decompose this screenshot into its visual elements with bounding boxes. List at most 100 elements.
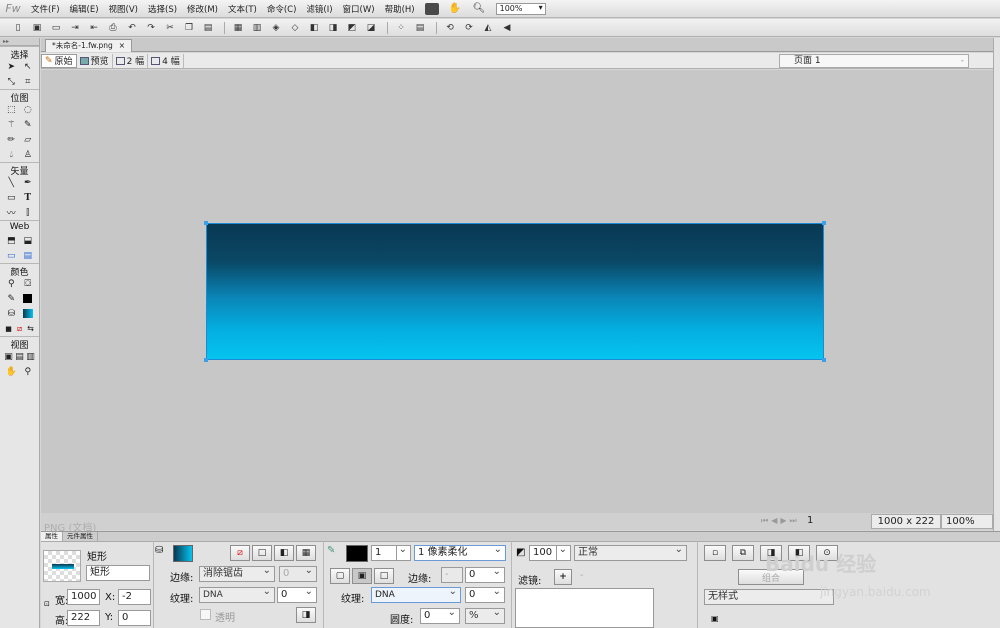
ungroup-icon[interactable]: ▥ [249,21,265,35]
tab-properties[interactable]: 属性 [41,532,63,541]
full-screen-icon[interactable]: ▥ [25,351,36,363]
fill-texture-amount[interactable]: 0 [277,587,317,603]
stroke-size-field[interactable]: 1 [371,545,397,561]
lasso-tool-icon[interactable]: ◌ [21,104,34,116]
add-filter-button[interactable]: + [554,569,572,585]
flip-vertical-icon[interactable]: ◀ [499,21,515,35]
redo-icon[interactable]: ↷ [143,21,159,35]
height-field[interactable]: 222 [67,610,100,626]
page-nav-icons[interactable]: ⏮◀▶⏭ [761,516,800,526]
fill-color-icon[interactable]: ⛁ [5,308,18,320]
open-icon[interactable]: ▭ [48,21,64,35]
zoom-tool-icon[interactable]: ⚲ [21,366,34,378]
stroke-edge-slider[interactable]: - [441,567,463,583]
stroke-texture-amount[interactable]: 0 [465,587,505,603]
constrain-icon[interactable]: ⊡ [44,600,50,608]
group-icon[interactable]: ▦ [230,21,246,35]
page-selector[interactable]: 页面 1 [779,54,969,68]
object-name-field[interactable]: 矩形 [86,565,150,581]
selection-handle[interactable] [822,358,826,362]
selection-handle[interactable] [822,221,826,225]
hide-slices-icon[interactable]: ▭ [5,250,18,262]
stroke-center-button[interactable]: ▣ [352,568,372,584]
rectangle-tool-icon[interactable]: ▭ [5,192,18,204]
hand-icon[interactable]: ✋ [449,3,463,15]
close-icon[interactable]: × [119,40,125,52]
fill-none-button[interactable]: ⧄ [230,545,250,561]
pointer-tool-icon[interactable]: ➤ [5,61,18,73]
blur-tool-icon[interactable]: 💧︎ [5,149,18,161]
y-field[interactable]: 0 [118,610,151,626]
style-button-1[interactable]: ▫ [704,545,726,561]
fill-bucket-icon[interactable]: ⛁ [155,545,163,556]
roundness-field[interactable]: 0 [420,608,460,624]
tab-original[interactable]: ✎ 原始 [41,53,77,68]
stroke-size-dropdown[interactable] [397,545,411,561]
document-size[interactable]: 1000 x 222 [871,514,941,529]
style-button-2[interactable]: ⧉ [732,545,754,561]
send-back-icon[interactable]: ◪ [363,21,379,35]
new-icon[interactable]: ▯ [10,21,26,35]
copy-icon[interactable]: ❐ [181,21,197,35]
bridge-icon[interactable] [424,2,439,15]
full-menu-screen-icon[interactable]: ▤ [14,351,25,363]
menu-commands[interactable]: 命令(C) [262,3,302,15]
blend-mode-select[interactable]: 正常 [574,545,687,561]
paint-bucket-icon[interactable]: ⛋ [21,278,34,290]
default-colors-icon[interactable]: ■ [3,323,14,335]
stroke-type-select[interactable]: 1 像素柔化 [414,545,506,561]
eraser-tool-icon[interactable]: ▱ [21,134,34,146]
send-backward-icon[interactable]: ◩ [344,21,360,35]
pen-tool-icon[interactable]: ✒ [21,177,34,189]
selection-handle[interactable] [204,221,208,225]
stroke-edge-amount[interactable]: 0 [465,567,505,583]
width-field[interactable]: 1000 [67,589,100,605]
tab-4-up[interactable]: 4 幅 [148,53,184,68]
opacity-field[interactable]: 100 [529,545,557,561]
bring-front-icon[interactable]: ◧ [306,21,322,35]
stroke-swatch[interactable] [21,293,34,305]
selection-handle[interactable] [204,358,208,362]
x-field[interactable]: -2 [118,589,151,605]
fill-transparent-checkbox[interactable] [200,609,211,620]
cut-icon[interactable]: ✂ [162,21,178,35]
menu-view[interactable]: 视图(V) [104,3,143,15]
distribute-icon[interactable]: ⁘ [393,21,409,35]
stroke-inside-button[interactable]: ▢ [330,568,350,584]
paste-icon[interactable]: ▤ [200,21,216,35]
remove-filter-icon[interactable]: - [580,570,584,581]
zoom-level[interactable]: 100% [941,514,993,529]
magic-wand-icon[interactable]: ⚚ [5,119,18,131]
fill-texture-select[interactable]: DNA [199,587,275,603]
fill-solid-button[interactable]: □ [252,545,272,561]
tab-2-up[interactable]: 2 幅 [113,53,149,68]
menu-modify[interactable]: 修改(M) [182,3,223,15]
menu-help[interactable]: 帮助(H) [380,3,420,15]
roundness-unit-select[interactable]: % [465,608,505,624]
swap-colors-icon[interactable]: ⇆ [25,323,36,335]
tab-symbol-properties[interactable]: 元件属性 [63,532,98,541]
save-icon[interactable]: ▣ [29,21,45,35]
document-tab[interactable]: *未命名-1.fw.png × [45,39,133,52]
knife-tool-icon[interactable]: ⫿ [21,207,34,219]
fill-gradient-swatch[interactable] [173,545,193,562]
menu-filters[interactable]: 滤镜(I) [301,3,337,15]
no-color-icon[interactable]: ⧄ [14,323,25,335]
fill-edge-select[interactable]: 消除锯齿 [199,566,275,582]
fill-edge-amount[interactable]: 0 [279,566,317,582]
align-icon[interactable]: ▤ [412,21,428,35]
tab-preview[interactable]: 预览 [77,53,113,68]
print-icon[interactable]: ⎙ [105,21,121,35]
menu-edit[interactable]: 编辑(E) [65,3,104,15]
eyedropper-tool-icon[interactable]: ⚲ [5,278,18,290]
subselect-tool-icon[interactable]: ↖ [21,61,34,73]
freeform-tool-icon[interactable]: 〰 [5,207,18,219]
stroke-color-icon[interactable]: ✎ [5,293,18,305]
brush-tool-icon[interactable]: ✎ [21,119,34,131]
split-icon[interactable]: ◇ [287,21,303,35]
text-tool-icon[interactable]: T [21,192,34,204]
undo-icon[interactable]: ↶ [124,21,140,35]
standard-screen-icon[interactable]: ▣ [3,351,14,363]
line-tool-icon[interactable]: ╲ [5,177,18,189]
rotate-ccw-icon[interactable]: ⟲ [442,21,458,35]
